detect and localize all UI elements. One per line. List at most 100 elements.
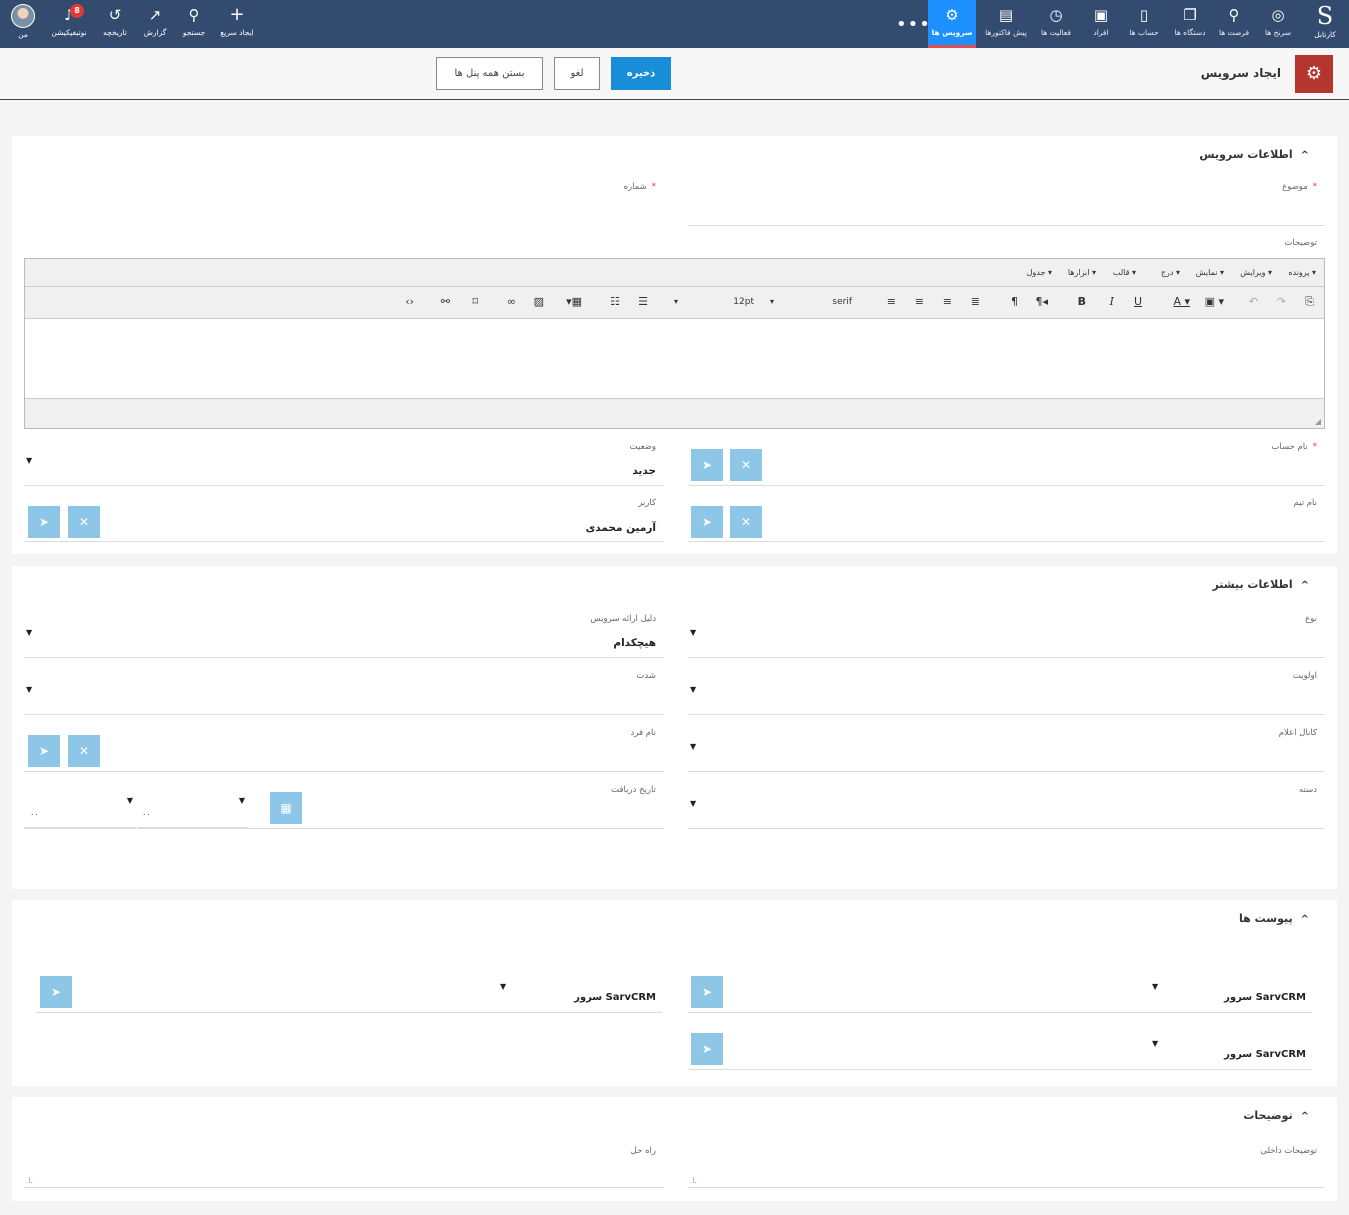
save-button[interactable]: ذخیره — [611, 57, 671, 90]
select-user-button[interactable]: ➤ — [28, 506, 60, 538]
quick-create-button[interactable]: + ایجاد سریع — [216, 0, 258, 48]
source-code-icon[interactable]: ‹› — [405, 295, 414, 308]
notifications-button[interactable]: ♪ 8 نوتیفیکیشن — [46, 0, 92, 48]
nav-item-dashboard[interactable]: S کارتابل — [1301, 0, 1349, 48]
select-attachment-1-button[interactable]: ➤ — [691, 976, 723, 1008]
editor-menu-insert[interactable]: درج ▾ — [1161, 268, 1180, 277]
nav-item-quotes[interactable]: ▤ پیش فاکتورها — [980, 0, 1032, 48]
image-icon[interactable]: ▨ — [534, 295, 544, 308]
nav-item-activities[interactable]: ◷ فعالیت ها — [1034, 0, 1078, 48]
status-select[interactable]: وضعیت جدید ▼ — [24, 436, 664, 486]
undo-icon[interactable]: ↶ — [1249, 295, 1258, 308]
nav-item-accounts[interactable]: ▯ حساب ها — [1124, 0, 1164, 48]
copy-icon: ❐ — [1183, 6, 1197, 24]
font-family-select[interactable]: serif — [832, 297, 852, 307]
table-icon[interactable]: ▾▦ — [566, 295, 582, 308]
user-menu[interactable]: من — [6, 0, 40, 48]
panel-header-more-info[interactable]: اطلاعات بیشتر ^ — [1212, 578, 1309, 591]
clear-user-button[interactable]: ✕ — [68, 506, 100, 538]
severity-select[interactable]: شدت ▼ — [24, 665, 664, 715]
calendar-button[interactable]: ▦ — [270, 792, 302, 824]
search-button[interactable]: ⚲ جستجو — [176, 0, 212, 48]
attachment-2-field[interactable]: سرور SarvCRM ▼ ➤ — [688, 1027, 1312, 1070]
redo-icon[interactable]: ↷ — [1277, 295, 1286, 308]
resize-handle-icon[interactable]: ⁞. — [28, 1176, 33, 1185]
nav-item-leads[interactable]: ◎ سرنخ ها — [1258, 0, 1298, 48]
select-account-button[interactable]: ➤ — [691, 449, 723, 481]
clear-team-button[interactable]: ✕ — [730, 506, 762, 538]
clear-person-button[interactable]: ✕ — [68, 735, 100, 767]
text-color-icon[interactable]: A ▾ — [1173, 295, 1190, 308]
panel-header-attachments[interactable]: پیوست ها ^ — [1239, 912, 1309, 925]
close-icon: ✕ — [740, 515, 752, 529]
rtl-icon[interactable]: ¶◂ — [1035, 295, 1048, 308]
editor-menu-table[interactable]: جدول ▾ — [1027, 268, 1052, 277]
minute-select[interactable]: ۰۰ ▼ — [138, 790, 248, 828]
chevron-up-icon: ^ — [1300, 914, 1309, 925]
attachment-3-field[interactable]: سرور SarvCRM ▼ ➤ — [36, 970, 662, 1013]
team-name-field[interactable]: نام تیم ✕ ➤ — [688, 492, 1325, 542]
type-select[interactable]: نوع ▼ — [688, 608, 1325, 658]
bookmark-icon[interactable]: ⌑ — [472, 295, 478, 308]
resize-handle-icon[interactable]: ◢ — [1315, 417, 1321, 426]
panel-header-service-info[interactable]: اطلاعات سرویس ^ — [1199, 148, 1309, 161]
nav-item-people[interactable]: ▣ افراد — [1082, 0, 1120, 48]
pointer-icon: ➤ — [701, 1042, 713, 1056]
cancel-button[interactable]: لغو — [554, 57, 600, 90]
account-name-field[interactable]: نام حساب * ✕ ➤ — [688, 436, 1325, 486]
bullet-list-icon[interactable]: ☰ — [638, 295, 648, 308]
select-person-button[interactable]: ➤ — [28, 735, 60, 767]
editor-menu-edit[interactable]: ویرایش ▾ — [1240, 268, 1272, 277]
number-field[interactable]: شماره * — [24, 176, 664, 226]
more-menu-icon[interactable]: ••• — [896, 14, 931, 35]
resize-handle-icon[interactable]: ⁞. — [692, 1176, 697, 1185]
subject-field[interactable]: موضوع * — [688, 176, 1325, 226]
internal-notes-textarea[interactable]: ⁞. — [688, 1150, 1325, 1188]
close-all-panels-button[interactable]: بستن همه پنل ها — [436, 57, 543, 90]
page-title: ایجاد سرویس — [1200, 66, 1281, 80]
select-team-button[interactable]: ➤ — [691, 506, 723, 538]
highlight-color-icon[interactable]: ▣ ▾ — [1205, 295, 1224, 308]
select-attachment-3-button[interactable]: ➤ — [40, 976, 72, 1008]
bold-icon[interactable]: B — [1078, 295, 1086, 308]
editor-menu-view[interactable]: نمایش ▾ — [1196, 268, 1224, 277]
font-size-select[interactable]: 12pt — [733, 297, 754, 307]
service-reason-select[interactable]: دلیل ارائه سرویس هیچکدام ▼ — [24, 608, 664, 658]
nav-item-devices[interactable]: ❐ دستگاه ها — [1168, 0, 1212, 48]
find-icon[interactable]: ⚯ — [441, 295, 450, 308]
italic-icon[interactable]: I — [1110, 295, 1114, 308]
align-left-icon[interactable]: ≡ — [887, 295, 896, 308]
nav-item-services[interactable]: ⚙ سرویس ها — [928, 0, 976, 48]
editor-menu-file[interactable]: پرونده ▾ — [1288, 268, 1316, 277]
pointer-icon: ➤ — [701, 985, 713, 999]
nav-item-opportunities[interactable]: ⚲ فرصت ها — [1214, 0, 1254, 48]
paste-icon[interactable]: ⎘ — [1305, 295, 1314, 309]
align-center-icon[interactable]: ≡ — [915, 295, 924, 308]
category-select[interactable]: دسته ▼ — [688, 779, 1325, 829]
ltr-icon[interactable]: ¶ — [1011, 295, 1018, 308]
chevron-down-icon: ▼ — [500, 982, 507, 991]
priority-select[interactable]: اولویت ▼ — [688, 665, 1325, 715]
description-editor[interactable]: پرونده ▾ ویرایش ▾ نمایش ▾ درج ▾ قالب ▾ ا… — [24, 258, 1325, 429]
attachment-1-field[interactable]: سرور SarvCRM ▼ ➤ — [688, 970, 1312, 1013]
panel-header-descriptions[interactable]: توضیحات ^ — [1243, 1109, 1309, 1122]
numbered-list-icon[interactable]: ☷ — [610, 295, 620, 308]
underline-icon[interactable]: U — [1134, 295, 1142, 308]
align-justify-icon[interactable]: ≣ — [971, 295, 980, 308]
editor-menu-tools[interactable]: ابزارها ▾ — [1068, 268, 1096, 277]
clear-account-button[interactable]: ✕ — [730, 449, 762, 481]
person-name-field[interactable]: نام فرد ✕ ➤ — [24, 722, 664, 772]
link-icon[interactable]: ∞ — [507, 295, 516, 308]
report-channel-select[interactable]: کانال اعلام ▼ — [688, 722, 1325, 772]
editor-menu-format[interactable]: قالب ▾ — [1113, 268, 1136, 277]
align-right-icon[interactable]: ≡ — [943, 295, 952, 308]
chevron-down-icon[interactable]: ▾ — [770, 297, 774, 306]
chevron-down-icon[interactable]: ▾ — [674, 297, 678, 306]
user-field[interactable]: کاربر آرمین محمدی ✕ ➤ — [24, 492, 664, 542]
solution-textarea[interactable]: ⁞. — [24, 1150, 664, 1188]
history-button[interactable]: ↺ تاریخچه — [96, 0, 134, 48]
report-button[interactable]: ↗ گزارش — [138, 0, 172, 48]
editor-statusbar: ◢ — [25, 398, 1324, 428]
select-attachment-2-button[interactable]: ➤ — [691, 1033, 723, 1065]
hour-select[interactable]: ۰۰ ▼ — [24, 790, 136, 828]
